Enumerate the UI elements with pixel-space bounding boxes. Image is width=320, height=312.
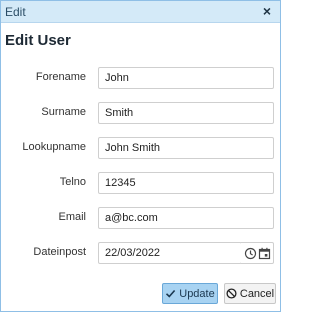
- lookupname-field[interactable]: [98, 137, 274, 159]
- surname-label: Surname: [41, 106, 86, 118]
- edit-user-dialog: Edit × Edit User Forename Surname Lookup…: [0, 0, 281, 312]
- email-row: Email: [1, 207, 280, 229]
- calendar-icon[interactable]: [258, 247, 271, 260]
- dateinpost-row: Dateinpost: [1, 242, 280, 264]
- telno-field[interactable]: [98, 172, 274, 194]
- date-picker-buttons: [241, 242, 274, 264]
- lookupname-row: Lookupname: [1, 137, 280, 159]
- surname-row: Surname: [1, 102, 280, 124]
- forename-field[interactable]: [98, 67, 274, 89]
- email-field[interactable]: [98, 207, 274, 229]
- dateinpost-field[interactable]: [98, 242, 242, 264]
- dialog-title: Edit: [5, 5, 26, 19]
- close-button[interactable]: ×: [258, 2, 276, 20]
- cancel-button[interactable]: Cancel: [224, 283, 276, 304]
- telno-row: Telno: [1, 172, 280, 194]
- dateinpost-label: Dateinpost: [33, 246, 86, 258]
- form-heading: Edit User: [5, 32, 71, 49]
- dialog-titlebar[interactable]: Edit ×: [1, 1, 280, 23]
- email-label: Email: [58, 211, 86, 223]
- cancel-button-label: Cancel: [239, 287, 275, 300]
- update-button-label: Update: [179, 287, 215, 300]
- forename-row: Forename: [1, 67, 280, 89]
- cancel-circle-icon: [226, 288, 237, 299]
- surname-field[interactable]: [98, 102, 274, 124]
- telno-label: Telno: [59, 176, 86, 188]
- lookupname-label: Lookupname: [22, 141, 86, 153]
- clock-icon[interactable]: [244, 247, 257, 260]
- check-icon: [165, 288, 176, 299]
- forename-label: Forename: [35, 71, 86, 83]
- update-button[interactable]: Update: [162, 283, 218, 304]
